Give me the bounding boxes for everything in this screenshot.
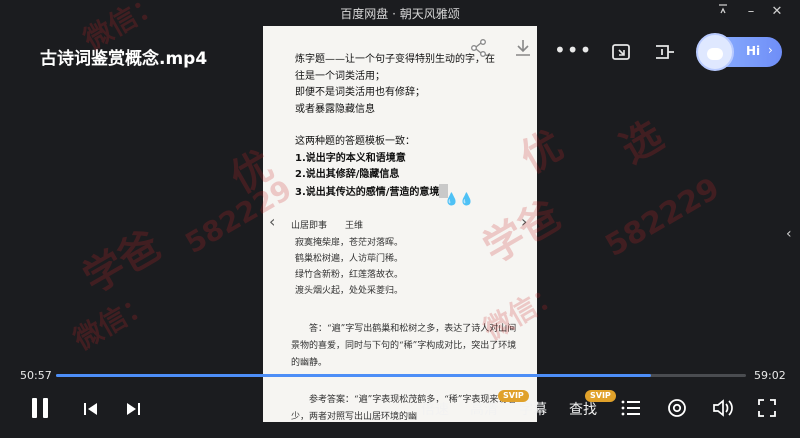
slide-line: 炼字题——让一个句子变得特别生动的字，在 (295, 54, 495, 65)
slide-line: 往是一个词类活用； (295, 70, 385, 82)
next-icon[interactable] (125, 401, 141, 421)
fullscreen-icon[interactable] (757, 398, 777, 422)
search-button[interactable]: 查找 (569, 399, 597, 419)
slide-line: 即便不是词类活用也有修辞； (295, 87, 425, 98)
cast-icon[interactable] (652, 40, 676, 64)
slide-line: 1.说出字的本义和语境意 (295, 152, 406, 164)
next-page-icon[interactable]: › (521, 212, 527, 231)
watermark: 微信： (68, 286, 158, 357)
pause-icon[interactable] (30, 397, 50, 423)
subtitle-button[interactable]: 字幕 (519, 399, 547, 419)
progress-bar[interactable] (56, 374, 746, 377)
answer-text: 答：“遍”字写出鹤巢和松树之多，表达了诗人对山间景物的喜爱，同时与下句的“稀”字… (291, 324, 517, 368)
pin-icon[interactable] (713, 3, 733, 21)
file-name: 古诗词鉴赏概念.mp4 (40, 49, 208, 69)
poem-line: 渡头烟火起，处处采菱归。 (295, 286, 404, 296)
speed-button[interactable]: 倍速 (421, 399, 449, 419)
quality-button[interactable]: 高清 (470, 399, 498, 419)
svip-badge: SVIP (585, 390, 616, 402)
slide-line: 3.说出其传达的感情/营造的意境 (295, 186, 440, 198)
minimize-icon[interactable]: – (741, 3, 761, 21)
side-panel-toggle-icon[interactable]: ‹ (786, 226, 792, 242)
previous-icon[interactable] (83, 401, 99, 421)
window-title: 百度网盘 · 朝天风雅颂 (340, 7, 460, 21)
slide-line: 这两种题的答题模板一致： (295, 136, 415, 147)
poem-line: 绿竹含新粉，红莲落故衣。 (295, 270, 404, 280)
more-icon[interactable]: ••• (554, 38, 592, 62)
watermark: 582229 (599, 171, 726, 264)
close-icon[interactable]: ✕ (767, 3, 787, 21)
playlist-icon[interactable] (621, 399, 641, 421)
slide-line: 2.说出其修辞/隐藏信息 (295, 169, 400, 180)
ai-assistant-button[interactable]: Hi › (696, 33, 782, 71)
textbook-excerpt: 山居即事 王维 寂寞掩柴扉，苍茫对落晖。 鹤巢松树遍，人访荜门稀。 绿竹含新粉，… (291, 218, 517, 422)
prev-page-icon[interactable]: ‹ (269, 212, 275, 231)
poem-line: 寂寞掩柴扉，苍茫对落晖。 (295, 238, 404, 248)
video-frame[interactable]: 炼字题——让一个句子变得特别生动的字，在 往是一个词类活用； 即便不是词类活用也… (263, 26, 537, 422)
focus-mode-icon[interactable] (667, 398, 687, 422)
poem-title: 山居即事 王维 (291, 221, 364, 231)
chevron-right-icon: › (768, 43, 773, 57)
current-time: 50:57 (20, 369, 52, 382)
ink-drop-icon: 💧💧 (444, 192, 474, 206)
total-time: 59:02 (754, 369, 786, 382)
poem-line: 鹤巢松树遍，人访荜门稀。 (295, 254, 404, 264)
volume-icon[interactable] (712, 398, 734, 422)
watermark: 选 (613, 112, 671, 173)
slide-notes: 炼字题——让一个句子变得特别生动的字，在 往是一个词类活用； 即便不是词类活用也… (295, 52, 517, 201)
picture-in-picture-icon[interactable] (610, 40, 634, 64)
title-bar: 百度网盘 · 朝天风雅颂 – ✕ (0, 0, 800, 26)
slide-line: 或者暴露隐藏信息 (295, 103, 375, 115)
watermark: 学爸 (75, 222, 169, 303)
ai-avatar (696, 33, 734, 71)
ai-greeting: Hi (746, 44, 761, 58)
progress-fill (56, 374, 652, 377)
